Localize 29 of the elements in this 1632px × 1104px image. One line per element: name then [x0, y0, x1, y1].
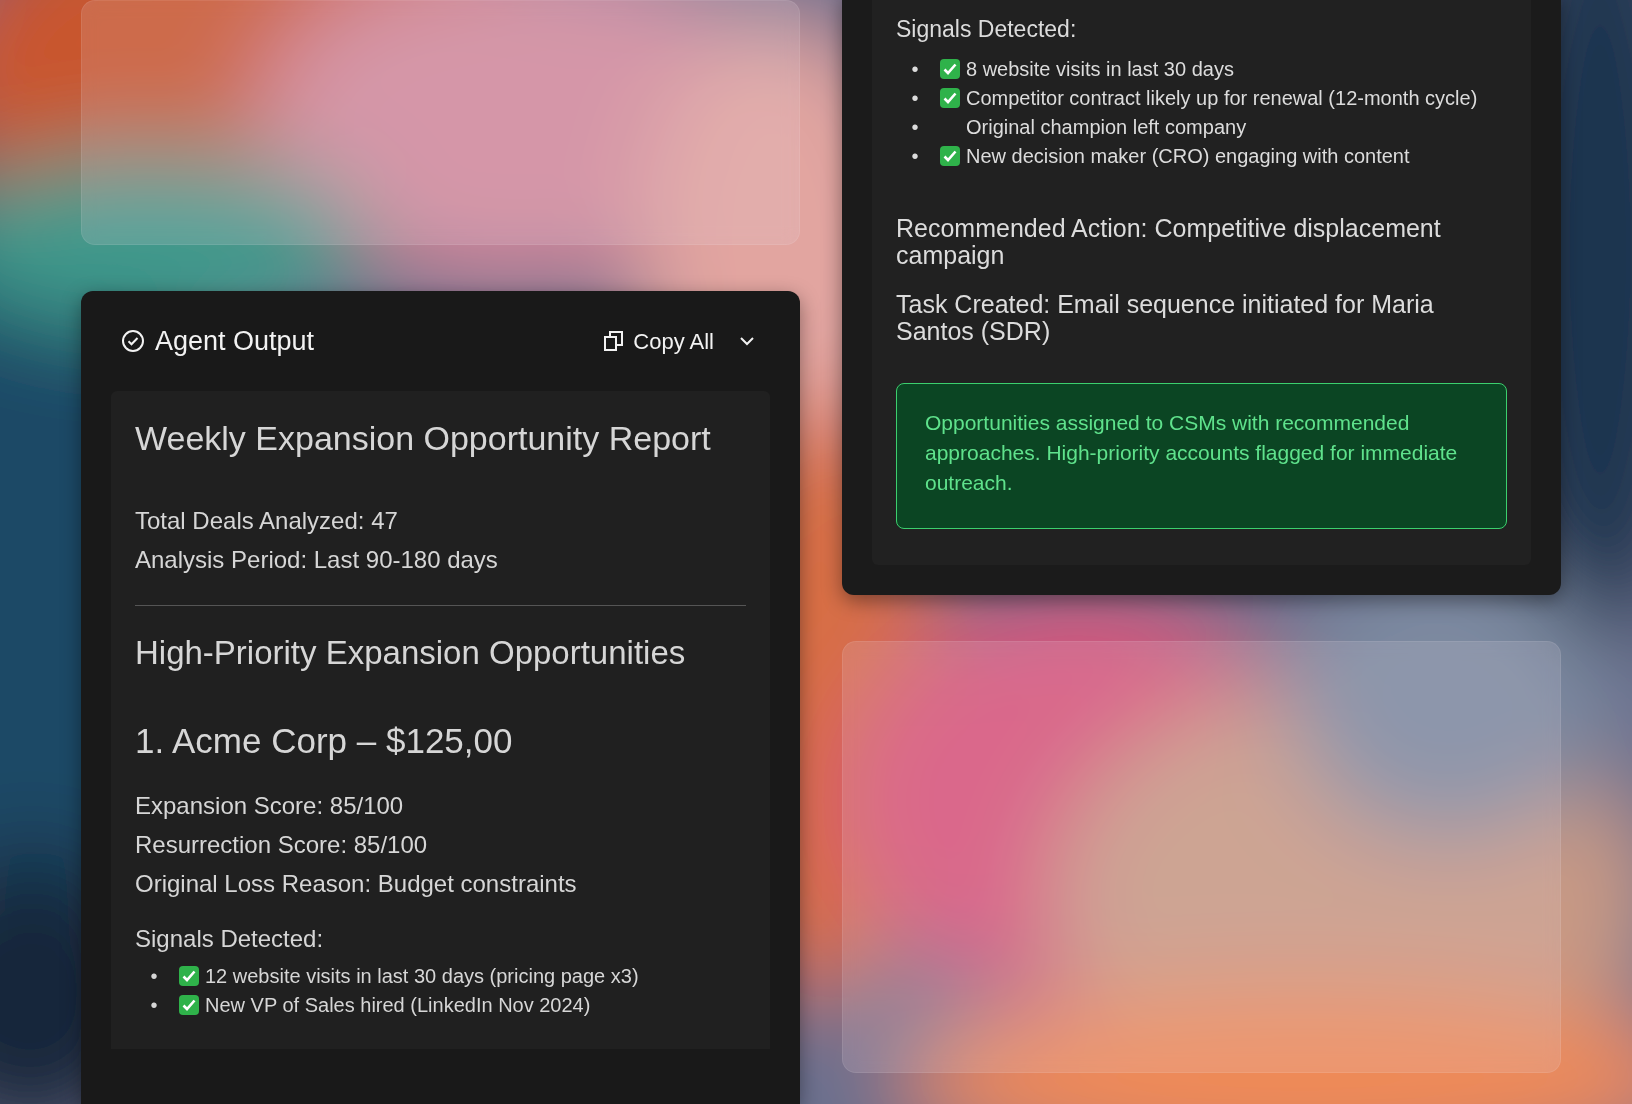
stat-text: Analysis Period: Last 90-180 days [135, 544, 499, 575]
copy-all-button[interactable]: Copy All [603, 324, 714, 358]
recommended-action-text: Recommended Action: Competitive displacement campaign [896, 214, 1442, 269]
account-heading: 1. Acme Corp – $125,00 [135, 720, 514, 763]
check-circle-icon [121, 329, 145, 353]
section-heading: Signals Detected: [896, 15, 1078, 44]
stat-text: Total Deals Analyzed: 47 [135, 505, 399, 536]
signal-text: New VP of Sales hired (LinkedIn Nov 2024) [205, 992, 591, 1018]
signal-text: Competitor contract likely up for renewal (12-month cycle) [966, 86, 1478, 111]
section-heading: High-Priority Expansion Opportunities [135, 635, 687, 671]
signal-text: 8 website visits in last 30 days [966, 57, 1234, 82]
signal-text: Original champion left company [966, 115, 1247, 140]
detail-text: Expansion Score: 85/100 [135, 791, 405, 822]
signal-text: 12 website visits in last 30 days (pricing page x3) [205, 963, 639, 989]
signal-text: New decision maker (CRO) engaging with content [966, 144, 1410, 169]
bullet: • [910, 86, 920, 111]
task-created-text: Task Created: Email sequence initiated for Maria Santos (SDR) [896, 290, 1435, 345]
copy-icon [603, 330, 626, 352]
bullet: • [149, 992, 159, 1018]
detail-text: Original Loss Reason: Budget constraints [135, 869, 578, 900]
section-heading: Signals Detected: [135, 924, 325, 955]
bullet: • [910, 115, 920, 140]
bullet: • [910, 144, 920, 169]
detail-text: Resurrection Score: 85/100 [135, 830, 429, 861]
bullet: • [149, 963, 159, 989]
panel-title: Agent Output [155, 324, 315, 358]
success-notice: Opportunities assigned to CSMs with recommended approaches. High-priority accounts flagged for immediate outreach. [896, 382, 1507, 529]
report-title: Weekly Expansion Opportunity Report [135, 421, 712, 457]
bullet: • [910, 57, 920, 82]
